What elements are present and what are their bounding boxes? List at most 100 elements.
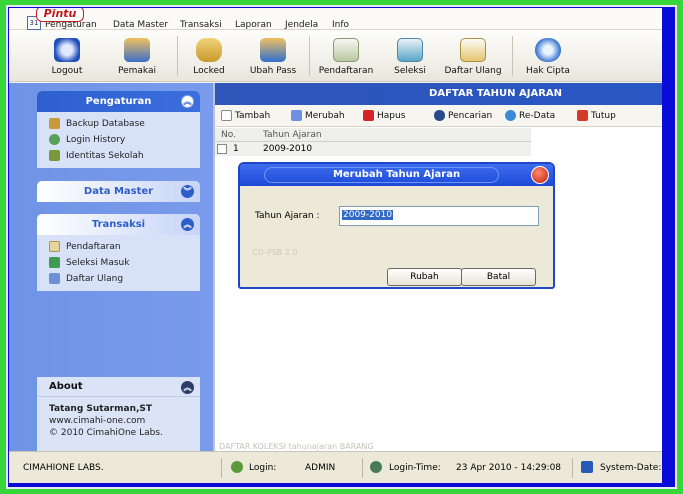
clock-icon (370, 461, 382, 473)
status-login-value: ADMIN (305, 463, 336, 473)
toolbar-separator (309, 36, 310, 76)
dialog-titlebar[interactable]: Merubah Tahun Ajaran (240, 164, 553, 186)
toolbar-separator (177, 36, 178, 76)
dialog-title-pill (264, 167, 499, 183)
sidebar-item-backup-database[interactable]: Backup Database (37, 116, 200, 132)
status-time-value: 23 Apr 2010 - 14:29:08 (456, 463, 562, 473)
sidebar: Pengaturan ︽ Backup Database Login Histor… (9, 83, 213, 452)
history-icon (49, 134, 60, 145)
sidebar-item-seleksi-masuk[interactable]: Seleksi Masuk (37, 255, 200, 271)
pencarian-button[interactable]: Pencarian (434, 110, 492, 121)
lock-icon (196, 38, 222, 62)
dialog-watermark: CO-PSB 2.0 (252, 248, 298, 257)
edit-dialog: Merubah Tahun Ajaran Tahun Ajaran : 2009… (238, 162, 555, 289)
re-data-button[interactable]: Re-Data (505, 110, 555, 121)
menu-data-master[interactable]: Data Master (113, 20, 168, 30)
menu-transaksi[interactable]: Transaksi (180, 20, 222, 30)
table-row[interactable]: 1 2009-2010 (215, 142, 531, 156)
toolbar-separator (512, 36, 513, 76)
hak-cipta-button[interactable]: Hak Cipta (523, 30, 573, 82)
panel-about: About ︽ Tatang Sutarman,ST www.cimahi-one… (37, 377, 200, 452)
document-icon (49, 241, 60, 252)
page-title: DAFTAR TAHUN AJARAN (215, 83, 662, 105)
app-logo: Pintu (36, 8, 84, 22)
users-icon (124, 38, 150, 62)
tahun-ajaran-input[interactable]: 2009-2010 (339, 206, 539, 226)
user-icon (231, 461, 243, 473)
menu-jendela[interactable]: Jendela (285, 20, 318, 30)
menu-laporan[interactable]: Laporan (235, 20, 272, 30)
sidebar-item-daftar-ulang[interactable]: Daftar Ulang (37, 271, 200, 287)
collapse-icon[interactable]: ︽ (181, 95, 194, 108)
status-company: CIMAHIONE LABS. (23, 463, 104, 473)
row-selector-icon (217, 144, 227, 154)
author-name: Tatang Sutarman,ST (49, 404, 153, 414)
sidebar-item-identitas-sekolah[interactable]: Identitas Sekolah (37, 148, 200, 164)
tambah-button[interactable]: Tambah (221, 110, 270, 121)
pendaftaran-button[interactable]: Pendaftaran (315, 30, 377, 82)
filter-icon (49, 257, 60, 268)
close-icon (577, 110, 588, 121)
filter-icon (397, 38, 423, 62)
daftar-ulang-button[interactable]: Daftar Ulang (442, 30, 504, 82)
status-time-label: Login-Time: (389, 463, 441, 473)
pemakai-button[interactable]: Pemakai (115, 30, 159, 82)
panel-header[interactable]: Data Master ︾ (37, 181, 200, 202)
copyright: © 2010 CimahiOne Labs. (49, 428, 163, 438)
school-id-icon (49, 150, 60, 161)
register-icon (333, 38, 359, 62)
collapse-icon[interactable]: ︽ (181, 218, 194, 231)
edit-icon (291, 110, 302, 121)
panel-transaksi: Transaksi ︽ Pendaftaran Seleksi Masuk Daf… (37, 214, 200, 291)
status-separator (221, 458, 222, 478)
data-grid: No. Tahun Ajaran 1 2009-2010 (215, 128, 531, 156)
author-url: www.cimahi-one.com (49, 416, 146, 426)
status-separator (362, 458, 363, 478)
column-tahun-ajaran[interactable]: Tahun Ajaran (263, 130, 322, 140)
expand-icon[interactable]: ︾ (181, 185, 194, 198)
panel-pengaturan: Pengaturan ︽ Backup Database Login Histor… (37, 91, 200, 168)
database-icon (49, 118, 60, 129)
menu-info[interactable]: Info (332, 20, 349, 30)
calendar-icon (581, 461, 593, 473)
sidebar-item-login-history[interactable]: Login History (37, 132, 200, 148)
dialog-body: Tahun Ajaran : 2009-2010 CO-PSB 2.0 Ruba… (240, 186, 553, 287)
tutup-button[interactable]: Tutup (577, 110, 616, 121)
column-no[interactable]: No. (221, 130, 236, 140)
close-icon[interactable] (531, 166, 549, 184)
sidebar-item-pendaftaran[interactable]: Pendaftaran (37, 239, 200, 255)
collapse-icon[interactable]: ︽ (181, 381, 194, 394)
panel-data-master: Data Master ︾ (37, 181, 200, 202)
cell-tahun-ajaran: 2009-2010 (263, 144, 313, 154)
tahun-ajaran-value: 2009-2010 (342, 210, 394, 220)
status-login-label: Login: (249, 463, 277, 473)
merubah-button[interactable]: Merubah (291, 110, 345, 121)
rubah-button[interactable]: Rubah (387, 268, 462, 286)
refresh-icon (505, 110, 516, 121)
toolbar: Logout Pemakai Locked Ubah Pass Pendafta… (9, 30, 662, 82)
seleksi-button[interactable]: Seleksi (392, 30, 428, 82)
grid-header: No. Tahun Ajaran (215, 128, 531, 142)
edit-document-icon (460, 38, 486, 62)
menu-bar: 31 Pintu Pengaturan Data Master Transaks… (9, 8, 662, 30)
locked-button[interactable]: Locked (191, 30, 227, 82)
grid-footer-text: DAFTAR KOLEKSI tahunajaran BARANG (219, 442, 374, 451)
binoculars-icon (434, 110, 445, 121)
batal-button[interactable]: Batal (461, 268, 536, 286)
status-separator (572, 458, 573, 478)
logout-button[interactable]: Logout (47, 30, 87, 82)
add-document-icon (221, 110, 232, 121)
panel-header[interactable]: Pengaturan ︽ (37, 91, 200, 112)
status-date-label: System-Date: (600, 463, 662, 473)
user-key-icon (260, 38, 286, 62)
content-toolbar: Tambah Merubah Hapus Pencarian Re-Data T… (215, 105, 662, 127)
delete-icon (363, 110, 374, 121)
tahun-ajaran-label: Tahun Ajaran : (255, 211, 320, 221)
panel-header[interactable]: About ︽ (37, 377, 200, 397)
cell-no: 1 (233, 144, 239, 154)
hapus-button[interactable]: Hapus (363, 110, 405, 121)
logout-icon (54, 38, 80, 62)
ubah-pass-button[interactable]: Ubah Pass (247, 30, 299, 82)
panel-header[interactable]: Transaksi ︽ (37, 214, 200, 235)
globe-icon (535, 38, 561, 62)
